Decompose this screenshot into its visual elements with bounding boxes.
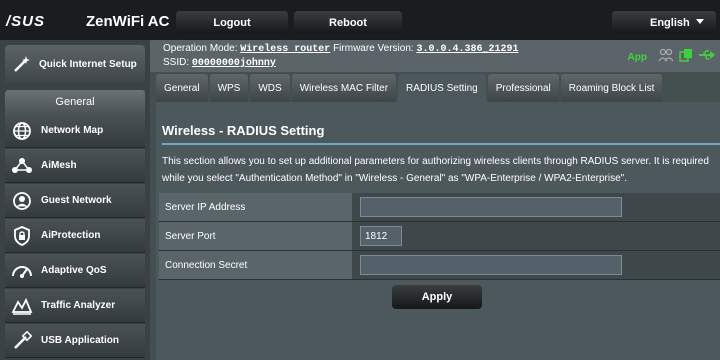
usb-icon <box>11 330 33 352</box>
mesh-icon <box>11 155 33 177</box>
sidebar-item-usb-application[interactable]: USB Application <box>5 324 145 358</box>
server-port-label: Server Port <box>159 222 352 250</box>
firmware-link[interactable]: 3.0.0.4.386_21291 <box>416 44 518 55</box>
tab-wds[interactable]: WDS <box>250 74 290 102</box>
asus-logo: /SUS <box>6 13 46 30</box>
server-ip-row: Server IP Address <box>159 193 720 222</box>
general-section-header: General <box>5 90 145 114</box>
sidebar-item-label: AiMesh <box>41 160 77 171</box>
sidebar-item-label: USB Application <box>41 335 119 346</box>
logout-button[interactable]: Logout <box>176 11 288 34</box>
traffic-icon <box>11 295 33 317</box>
status-icons: App <box>628 48 716 66</box>
product-name: ZenWiFi AC <box>86 13 170 30</box>
sidebar-item-guest-network[interactable]: Guest Network <box>5 184 145 218</box>
ssid-label: SSID: <box>163 57 190 68</box>
chevron-down-icon <box>696 19 704 24</box>
tab-professional[interactable]: Professional <box>487 74 559 102</box>
connection-secret-label: Connection Secret <box>159 251 352 279</box>
operation-mode-label: Operation Mode: <box>163 43 238 54</box>
section-description: This section allows you to set up additi… <box>162 156 709 184</box>
server-ip-label: Server IP Address <box>159 193 352 221</box>
status-bar: Operation Mode: Wireless router Firmware… <box>150 40 720 72</box>
guest-network-icon <box>11 190 33 212</box>
server-port-input[interactable]: 1812 <box>360 226 402 246</box>
quick-internet-setup-label: Quick Internet Setup <box>39 58 137 70</box>
tab-general[interactable]: General <box>156 74 208 102</box>
usb-status-icon[interactable] <box>698 48 716 66</box>
server-port-row: Server Port 1812 <box>159 222 720 251</box>
main-content: Operation Mode: Wireless router Firmware… <box>150 40 720 360</box>
sidebar: Quick Internet Setup General Network Map… <box>0 40 150 360</box>
sidebar-item-label: AiProtection <box>41 230 101 241</box>
globe-icon <box>11 120 33 142</box>
sidebar-item-label: Traffic Analyzer <box>41 300 116 311</box>
sidebar-item-label: Adaptive QoS <box>41 265 107 276</box>
app-link[interactable]: App <box>628 51 647 64</box>
reboot-button[interactable]: Reboot <box>294 11 402 34</box>
tab-roaming-block-list[interactable]: Roaming Block List <box>560 74 663 102</box>
sidebar-item-traffic-analyzer[interactable]: Traffic Analyzer <box>5 289 145 323</box>
firmware-label: Firmware Version: <box>333 43 414 54</box>
operation-mode-link[interactable]: Wireless router <box>240 44 330 55</box>
apply-button[interactable]: Apply <box>392 285 482 309</box>
title-divider <box>162 143 720 145</box>
sidebar-item-aimesh[interactable]: AiMesh <box>5 149 145 183</box>
language-label: English <box>650 16 690 29</box>
sidebar-item-adaptive-qos[interactable]: Adaptive QoS <box>5 254 145 288</box>
sidebar-item-label: Guest Network <box>41 195 112 206</box>
sidebar-item-aiprotection[interactable]: AiProtection <box>5 219 145 253</box>
tab-wireless-mac-filter[interactable]: Wireless MAC Filter <box>291 74 397 102</box>
top-bar: /SUS ZenWiFi AC Logout Reboot English <box>0 0 720 40</box>
tab-radius-setting[interactable]: RADIUS Setting <box>398 74 486 102</box>
connection-secret-row: Connection Secret <box>159 251 720 280</box>
lock-shield-icon <box>11 225 33 247</box>
clients-icon[interactable] <box>658 48 674 66</box>
radius-form: Server IP Address Server Port 1812 Conne… <box>159 193 720 280</box>
server-ip-input[interactable] <box>360 197 622 217</box>
sidebar-item-network-map[interactable]: Network Map <box>5 114 145 148</box>
tab-wps[interactable]: WPS <box>209 74 249 102</box>
wand-icon <box>11 53 33 75</box>
connection-secret-input[interactable] <box>360 255 622 275</box>
copy-icon[interactable] <box>679 48 693 66</box>
tab-bar: General WPS WDS Wireless MAC Filter RADI… <box>156 74 663 102</box>
sidebar-item-label: Network Map <box>41 125 104 136</box>
language-select[interactable]: English <box>612 11 716 34</box>
quick-internet-setup-button[interactable]: Quick Internet Setup <box>5 45 145 83</box>
ssid-value: 00000000johnny <box>191 58 276 69</box>
page-title: Wireless - RADIUS Setting <box>162 123 325 138</box>
speedometer-icon <box>11 260 33 282</box>
radius-panel: Wireless - RADIUS Setting This section a… <box>156 102 720 360</box>
